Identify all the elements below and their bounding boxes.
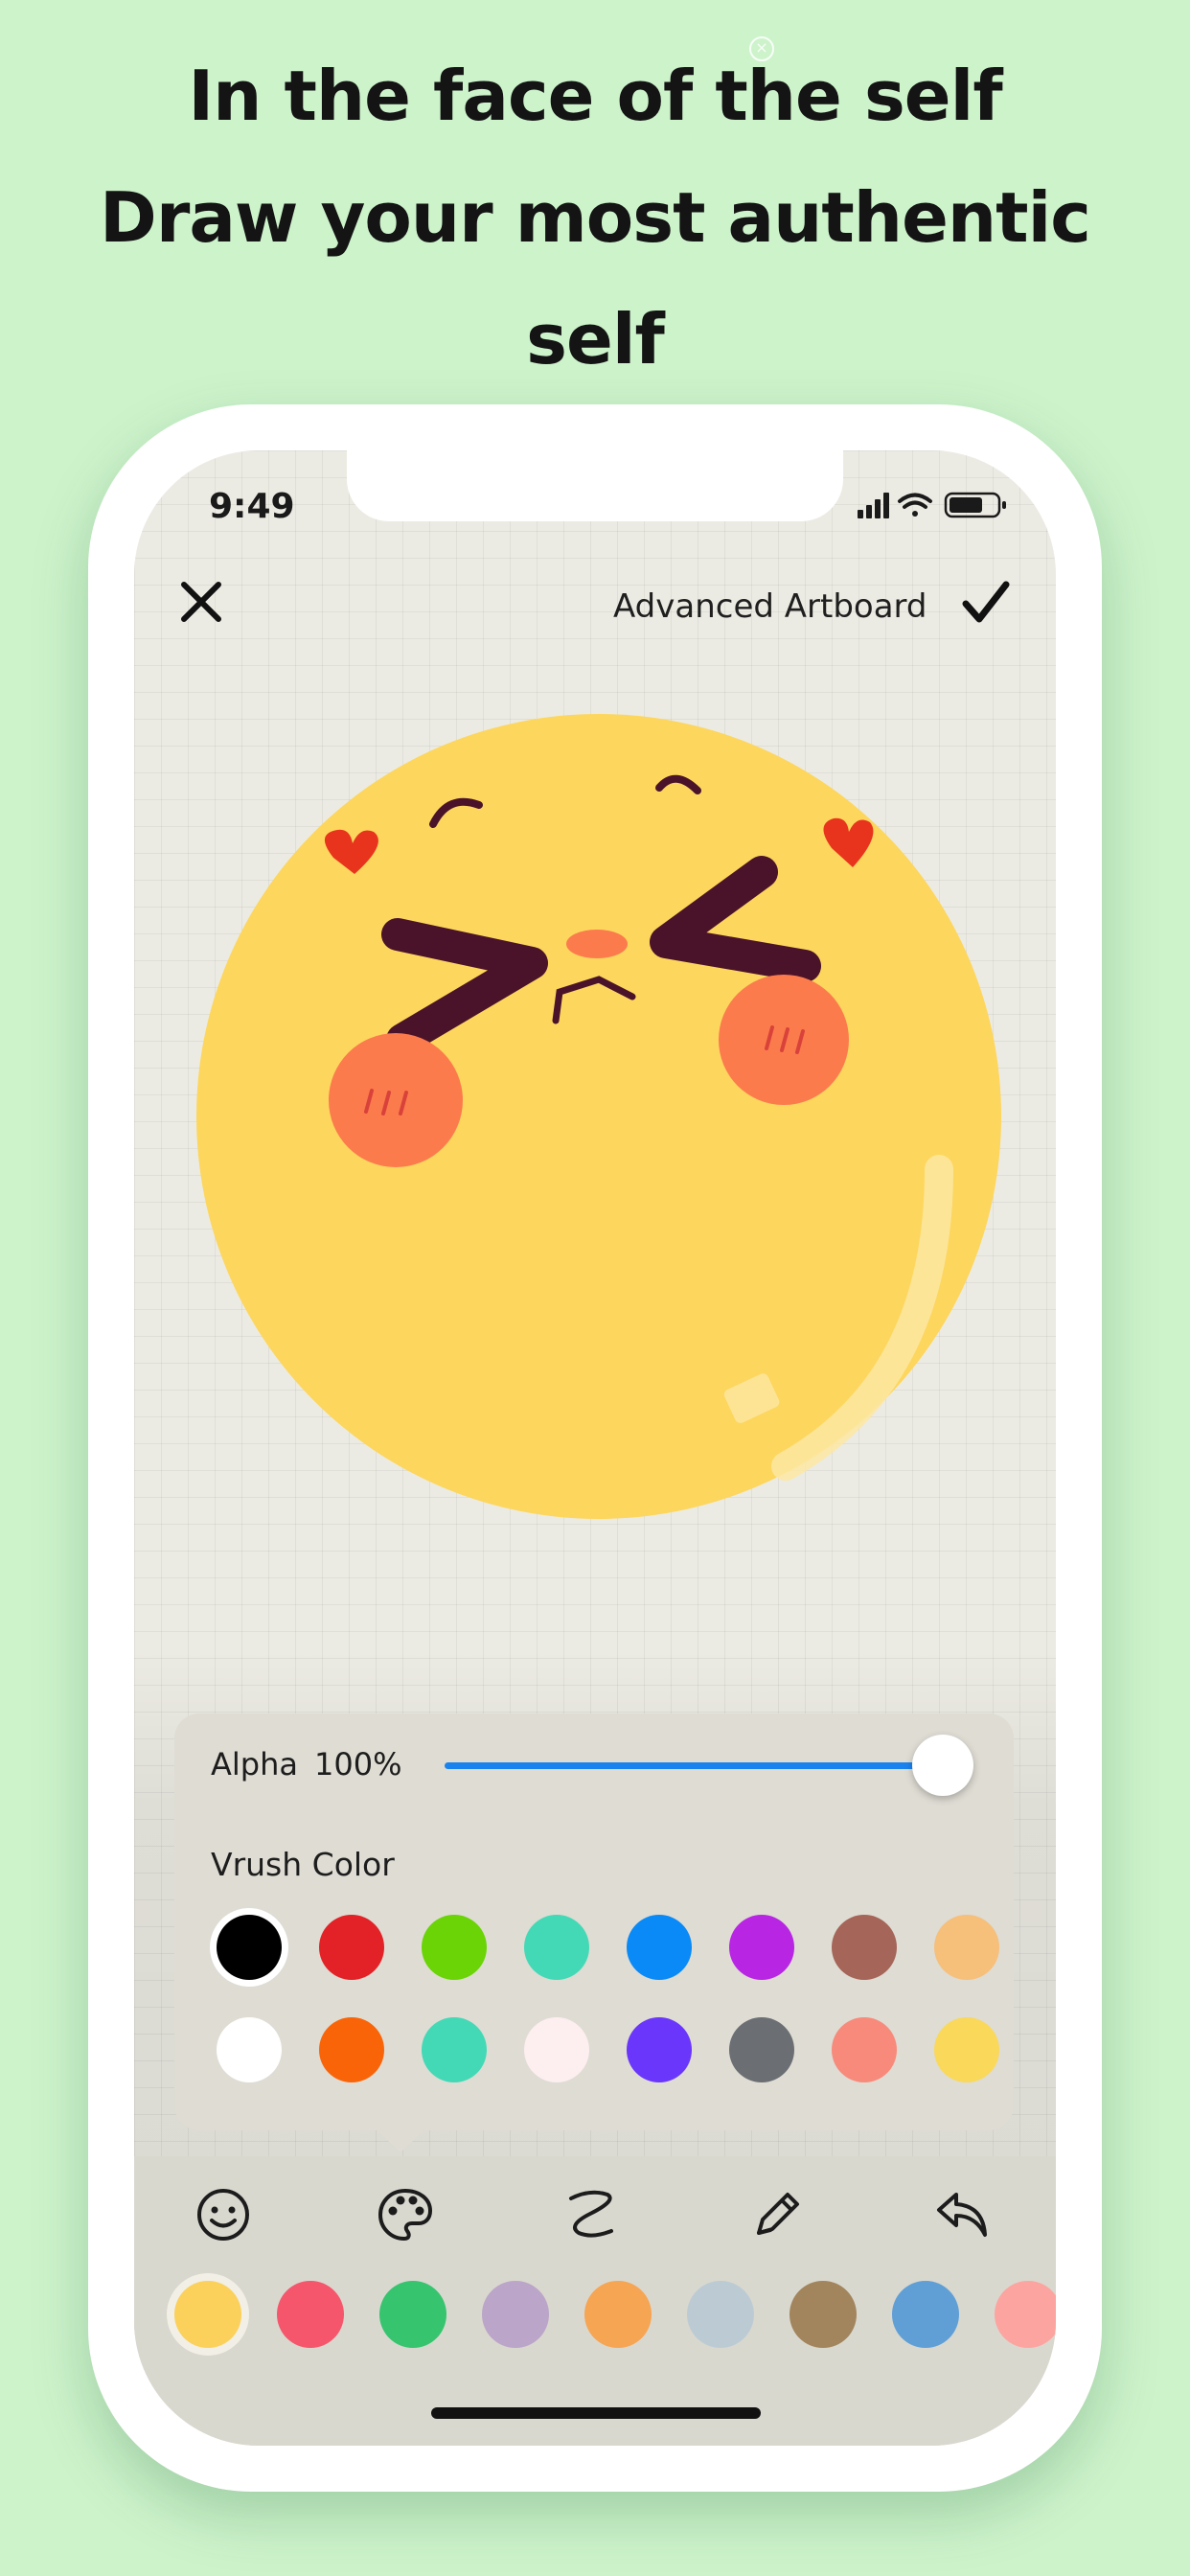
alpha-label: Alpha bbox=[211, 1746, 298, 1782]
palette-color-swatch[interactable] bbox=[995, 2281, 1056, 2348]
brush-color-swatch[interactable] bbox=[422, 1915, 487, 1980]
pencil-icon[interactable] bbox=[747, 2185, 807, 2244]
alpha-slider-thumb[interactable] bbox=[912, 1735, 973, 1796]
status-icons bbox=[858, 492, 1006, 518]
palette-color-swatch[interactable] bbox=[277, 2281, 344, 2348]
brush-color-swatch[interactable] bbox=[319, 2017, 384, 2082]
battery-icon bbox=[944, 492, 1006, 518]
palette-color-swatch[interactable] bbox=[379, 2281, 446, 2348]
brush-color-label: Vrush Color bbox=[211, 1846, 395, 1883]
palette-color-swatch[interactable] bbox=[790, 2281, 857, 2348]
brush-color-swatch[interactable] bbox=[422, 2017, 487, 2082]
close-icon[interactable] bbox=[174, 575, 228, 629]
palette-color-swatch[interactable] bbox=[687, 2281, 754, 2348]
brush-color-swatch[interactable] bbox=[832, 1915, 897, 1980]
alpha-slider-track[interactable] bbox=[445, 1762, 943, 1769]
checkmark-icon[interactable] bbox=[958, 575, 1014, 631]
palette-color-swatch[interactable] bbox=[584, 2281, 652, 2348]
brush-color-swatch[interactable] bbox=[729, 2017, 794, 2082]
phone-notch bbox=[347, 450, 843, 521]
brush-color-swatch[interactable] bbox=[627, 1915, 692, 1980]
nose bbox=[566, 930, 628, 958]
brush-color-swatch[interactable] bbox=[217, 1915, 282, 1980]
panel-pointer bbox=[374, 2128, 427, 2152]
promo-headline-line2: Draw your most authentic bbox=[100, 177, 1091, 258]
emoji-icon[interactable] bbox=[194, 2185, 253, 2244]
palette-color-swatch[interactable] bbox=[892, 2281, 959, 2348]
app-screen: 9:49 Advanced Artboard Alpha 100% Vrush … bbox=[134, 450, 1056, 2446]
palette-icon[interactable] bbox=[376, 2185, 435, 2244]
bottom-toolbar bbox=[134, 2156, 1056, 2446]
left-cheek bbox=[329, 1033, 463, 1167]
brush-color-swatch[interactable] bbox=[832, 2017, 897, 2082]
signal-icon bbox=[858, 493, 889, 518]
undo-icon[interactable] bbox=[933, 2185, 993, 2244]
ad-close-icon[interactable]: × bbox=[749, 36, 774, 61]
brush-color-swatch[interactable] bbox=[934, 1915, 999, 1980]
brush-color-swatch[interactable] bbox=[524, 2017, 589, 2082]
brush-stroke-icon[interactable] bbox=[561, 2185, 621, 2244]
color-panel: Alpha 100% Vrush Color bbox=[174, 1714, 1014, 2130]
palette-color-swatch[interactable] bbox=[174, 2281, 241, 2348]
page-title: Advanced Artboard bbox=[613, 587, 927, 626]
status-time: 9:49 bbox=[209, 487, 295, 526]
brush-color-swatch[interactable] bbox=[319, 1915, 384, 1980]
promo-headline-line1: In the face of the self bbox=[188, 56, 1002, 136]
brush-color-swatch[interactable] bbox=[729, 1915, 794, 1980]
home-indicator bbox=[431, 2407, 761, 2419]
wifi-icon bbox=[898, 493, 932, 517]
phone-frame: 9:49 Advanced Artboard Alpha 100% Vrush … bbox=[88, 404, 1102, 2492]
promo-headline-line3: self bbox=[526, 299, 665, 380]
brush-color-swatch[interactable] bbox=[934, 2017, 999, 2082]
brush-color-swatch[interactable] bbox=[524, 1915, 589, 1980]
alpha-value: 100% bbox=[314, 1746, 402, 1782]
palette-color-swatch[interactable] bbox=[482, 2281, 549, 2348]
brush-color-swatch[interactable] bbox=[627, 2017, 692, 2082]
brush-color-swatch[interactable] bbox=[217, 2017, 282, 2082]
emoji-drawing[interactable] bbox=[192, 709, 1006, 1524]
